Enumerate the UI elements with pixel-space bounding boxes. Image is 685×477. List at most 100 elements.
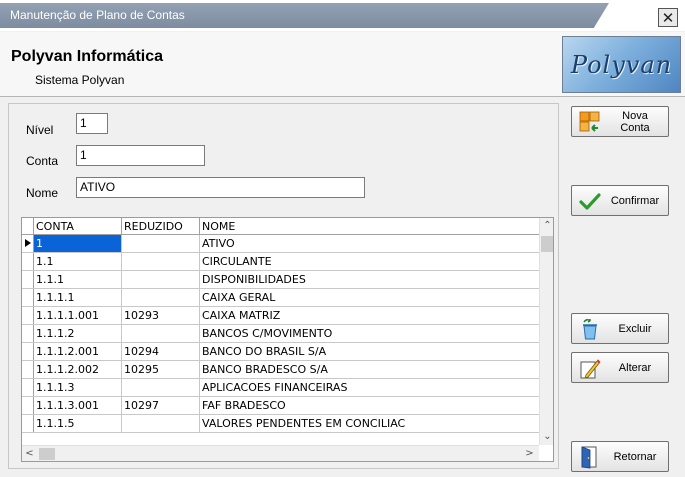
- cell-nome[interactable]: BANCO BRADESCO S/A: [200, 361, 539, 378]
- scroll-up-icon[interactable]: ⌃: [540, 218, 553, 234]
- cell-reduzido[interactable]: 10295: [122, 361, 200, 378]
- excluir-label: Excluir: [618, 322, 652, 335]
- confirmar-label: Confirmar: [610, 194, 660, 207]
- exit-door-icon: [581, 445, 597, 468]
- alterar-label: Alterar: [618, 361, 652, 374]
- cell-conta[interactable]: 1.1.1.2.001: [34, 343, 122, 360]
- nome-field[interactable]: ATIVO: [76, 177, 365, 198]
- column-header-nome[interactable]: NOME: [200, 218, 539, 235]
- column-header-reduzido[interactable]: REDUZIDO: [122, 218, 200, 235]
- table-row[interactable]: 1.1.1 DISPONIBILIDADES: [22, 271, 539, 289]
- cell-nome[interactable]: DISPONIBILIDADES: [200, 271, 539, 288]
- cell-nome[interactable]: FAF BRADESCO: [200, 397, 539, 414]
- scroll-left-icon[interactable]: <: [22, 446, 37, 461]
- scroll-right-icon[interactable]: >: [522, 446, 537, 461]
- row-indicator[interactable]: [22, 343, 34, 360]
- table-row[interactable]: 1.1 CIRCULANTE: [22, 253, 539, 271]
- cell-conta[interactable]: 1.1: [34, 253, 122, 270]
- nivel-field[interactable]: 1: [76, 113, 108, 134]
- row-indicator[interactable]: [22, 397, 34, 414]
- row-indicator[interactable]: [22, 379, 34, 396]
- vertical-scrollbar[interactable]: ⌃ ⌄: [539, 218, 553, 445]
- cell-reduzido[interactable]: [122, 235, 200, 252]
- cell-reduzido[interactable]: 10293: [122, 307, 200, 324]
- recycle-bin-icon: [583, 318, 597, 339]
- table-row[interactable]: 1 ATIVO: [22, 235, 539, 253]
- system-name: Sistema Polyvan: [35, 73, 125, 87]
- cell-nome[interactable]: BANCOS C/MOVIMENTO: [200, 325, 539, 342]
- cell-reduzido[interactable]: [122, 415, 200, 432]
- cell-nome[interactable]: BANCO DO BRASIL S/A: [200, 343, 539, 360]
- cell-conta[interactable]: 1.1.1.1.001: [34, 307, 122, 324]
- table-row[interactable]: 1.1.1.5 VALORES PENDENTES EM CONCILIAC: [22, 415, 539, 433]
- table-row[interactable]: 1.1.1.2.001 10294 BANCO DO BRASIL S/A: [22, 343, 539, 361]
- new-account-icon: [579, 111, 600, 132]
- nome-label: Nome: [26, 186, 59, 200]
- cell-reduzido[interactable]: [122, 289, 200, 306]
- edit-pencil-icon: [580, 358, 601, 379]
- cell-conta[interactable]: 1.1.1.2: [34, 325, 122, 342]
- table-row[interactable]: 1.1.1.3.001 10297 FAF BRADESCO: [22, 397, 539, 415]
- cell-nome[interactable]: APLICACOES FINANCEIRAS: [200, 379, 539, 396]
- row-indicator[interactable]: [22, 361, 34, 378]
- cell-conta[interactable]: 1.1.1.3.001: [34, 397, 122, 414]
- row-indicator[interactable]: [22, 289, 34, 306]
- row-indicator[interactable]: [22, 415, 34, 432]
- retornar-label: Retornar: [613, 450, 657, 463]
- cell-nome[interactable]: VALORES PENDENTES EM CONCILIAC: [200, 415, 539, 432]
- confirmar-button[interactable]: Confirmar: [571, 185, 669, 216]
- checkmark-icon: [579, 192, 601, 210]
- accounts-grid[interactable]: CONTA REDUZIDO NOME 1 ATIVO 1.1 CIRCULANTE 1…: [21, 217, 554, 462]
- cell-conta[interactable]: 1.1.1: [34, 271, 122, 288]
- alterar-button[interactable]: Alterar: [571, 352, 669, 383]
- table-row[interactable]: 1.1.1.1 CAIXA GERAL: [22, 289, 539, 307]
- horizontal-scrollbar[interactable]: < >: [22, 445, 539, 461]
- cell-reduzido[interactable]: 10294: [122, 343, 200, 360]
- cell-reduzido[interactable]: [122, 325, 200, 342]
- main-panel: Nível 1 Conta 1 Nome ATIVO CONTA REDUZID…: [8, 103, 559, 469]
- header: Polyvan Informática Sistema Polyvan Poly…: [0, 32, 685, 97]
- cell-conta[interactable]: 1.1.1.1: [34, 289, 122, 306]
- cell-nome[interactable]: ATIVO: [200, 235, 539, 252]
- cell-nome[interactable]: CAIXA GERAL: [200, 289, 539, 306]
- retornar-button[interactable]: Retornar: [571, 441, 669, 472]
- row-indicator[interactable]: [22, 307, 34, 324]
- cell-nome[interactable]: CIRCULANTE: [200, 253, 539, 270]
- title-bar: Manutenção de Plano de Contas ✕: [0, 0, 685, 31]
- indicator-header: [22, 218, 34, 235]
- nivel-label: Nível: [26, 123, 54, 137]
- table-row[interactable]: 1.1.1.1.001 10293 CAIXA MATRIZ: [22, 307, 539, 325]
- vertical-scroll-thumb[interactable]: [541, 236, 553, 252]
- window-title: Manutenção de Plano de Contas: [10, 8, 185, 22]
- column-header-conta[interactable]: CONTA: [34, 218, 122, 235]
- grid-header: CONTA REDUZIDO NOME: [22, 218, 539, 235]
- table-row[interactable]: 1.1.1.2.002 10295 BANCO BRADESCO S/A: [22, 361, 539, 379]
- cell-conta[interactable]: 1.1.1.3: [34, 379, 122, 396]
- nova-conta-label: Nova Conta: [620, 109, 650, 134]
- grid-rows: 1 ATIVO 1.1 CIRCULANTE 1.1.1 DISPONIBILIDADES…: [22, 235, 539, 433]
- cell-conta[interactable]: 1.1.1.2.002: [34, 361, 122, 378]
- horizontal-scroll-thumb[interactable]: [39, 448, 55, 460]
- row-indicator[interactable]: [22, 271, 34, 288]
- scroll-down-icon[interactable]: ⌄: [540, 429, 553, 445]
- cell-reduzido[interactable]: [122, 271, 200, 288]
- excluir-button[interactable]: Excluir: [571, 313, 669, 344]
- table-row[interactable]: 1.1.1.3 APLICACOES FINANCEIRAS: [22, 379, 539, 397]
- cell-reduzido[interactable]: [122, 379, 200, 396]
- cell-reduzido[interactable]: [122, 253, 200, 270]
- nova-conta-button[interactable]: Nova Conta: [571, 106, 669, 137]
- table-row[interactable]: 1.1.1.2 BANCOS C/MOVIMENTO: [22, 325, 539, 343]
- cell-reduzido[interactable]: 10297: [122, 397, 200, 414]
- conta-label: Conta: [26, 154, 59, 168]
- row-indicator[interactable]: [22, 235, 34, 252]
- cell-conta[interactable]: 1.1.1.5: [34, 415, 122, 432]
- conta-field[interactable]: 1: [76, 145, 205, 166]
- company-name: Polyvan Informática: [11, 48, 164, 65]
- close-icon: ✕: [661, 8, 675, 27]
- cell-conta[interactable]: 1: [34, 235, 122, 252]
- logo-text: Polyvan: [570, 50, 673, 79]
- cell-nome[interactable]: CAIXA MATRIZ: [200, 307, 539, 324]
- row-indicator[interactable]: [22, 253, 34, 270]
- row-indicator[interactable]: [22, 325, 34, 342]
- close-button[interactable]: ✕: [658, 8, 678, 27]
